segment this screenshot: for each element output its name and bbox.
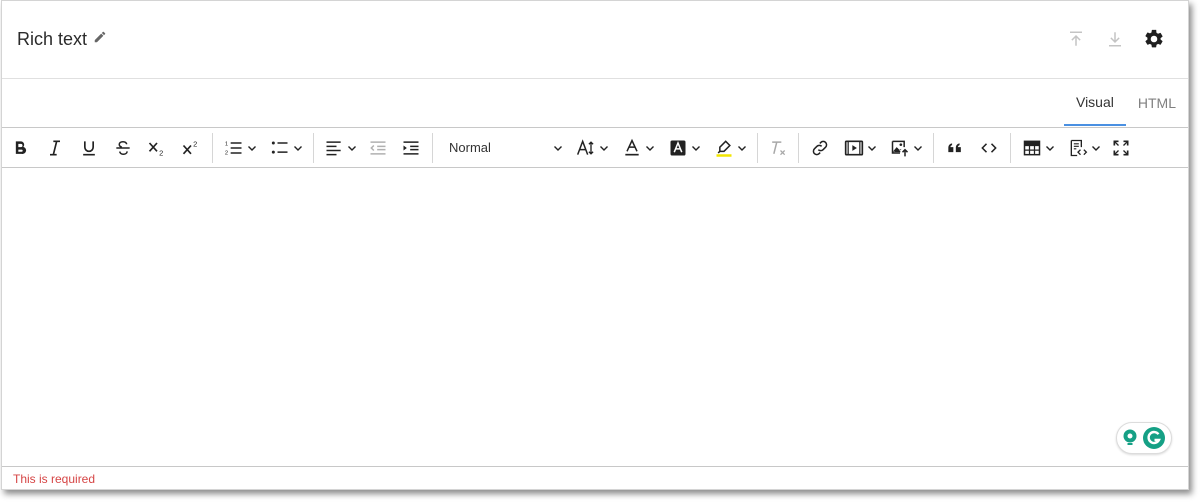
toolbar-separator bbox=[212, 132, 213, 163]
field-header: Rich text bbox=[2, 1, 1188, 79]
fullscreen-icon bbox=[1113, 140, 1129, 155]
subscript-button[interactable]: 2 bbox=[140, 133, 174, 163]
svg-text:2: 2 bbox=[224, 150, 227, 156]
bold-button[interactable] bbox=[2, 133, 38, 163]
svg-text:2: 2 bbox=[159, 148, 163, 157]
chevron-down-icon bbox=[691, 145, 700, 151]
strikethrough-icon bbox=[116, 140, 130, 155]
chevron-down-icon bbox=[247, 145, 256, 151]
highlighter-icon bbox=[716, 139, 731, 157]
underline-icon bbox=[83, 140, 95, 155]
header-actions bbox=[1064, 27, 1166, 51]
edit-title-icon[interactable] bbox=[93, 30, 107, 49]
font-size-icon bbox=[576, 138, 594, 155]
move-down-icon[interactable] bbox=[1103, 27, 1127, 51]
strikethrough-button[interactable] bbox=[106, 133, 140, 163]
superscript-button[interactable]: 2 bbox=[174, 133, 208, 163]
outdent-button[interactable] bbox=[362, 133, 394, 163]
background-color-dropdown[interactable] bbox=[661, 133, 707, 163]
title-wrap: Rich text bbox=[17, 29, 107, 50]
superscript-icon: 2 bbox=[182, 139, 197, 154]
editor-mode-tabs: Visual HTML bbox=[1063, 79, 1188, 127]
toolbar-separator bbox=[432, 132, 433, 163]
chevron-down-icon bbox=[737, 145, 746, 151]
grammarly-logo-icon bbox=[1143, 427, 1166, 449]
block-format-value: Normal bbox=[449, 140, 491, 155]
move-up-icon[interactable] bbox=[1064, 27, 1088, 51]
bullet-list-icon bbox=[271, 141, 287, 154]
highlight-dropdown[interactable] bbox=[707, 133, 753, 163]
chevron-down-icon bbox=[645, 145, 654, 151]
bold-icon bbox=[15, 140, 27, 154]
quote-icon bbox=[948, 142, 961, 152]
lightbulb-icon bbox=[1123, 429, 1137, 445]
settings-gear-icon[interactable] bbox=[1142, 27, 1166, 51]
font-size-dropdown[interactable] bbox=[569, 133, 615, 163]
source-code-dropdown[interactable] bbox=[1061, 133, 1107, 163]
ordered-list-dropdown[interactable]: 12 bbox=[217, 133, 263, 163]
validation-error: This is required bbox=[13, 472, 96, 486]
toolbar-separator bbox=[798, 132, 799, 163]
code-button[interactable] bbox=[972, 133, 1006, 163]
ordered-list-icon: 12 bbox=[224, 141, 241, 156]
grammarly-widget[interactable] bbox=[1116, 422, 1172, 454]
video-icon bbox=[844, 140, 863, 155]
italic-button[interactable] bbox=[38, 133, 72, 163]
svg-text:1: 1 bbox=[224, 141, 227, 147]
background-color-icon bbox=[670, 140, 685, 155]
rich-text-card: Rich text Visual HTML 2 2 1 2 Normal Thi… bbox=[1, 0, 1189, 490]
subscript-icon: 2 bbox=[148, 141, 163, 157]
table-icon bbox=[1023, 140, 1040, 155]
toolbar-separator bbox=[757, 132, 758, 163]
italic-icon bbox=[50, 140, 60, 155]
chevron-down-icon bbox=[599, 145, 608, 151]
toolbar-separator bbox=[933, 132, 934, 163]
chevron-down-icon bbox=[913, 145, 922, 151]
tab-visual[interactable]: Visual bbox=[1063, 79, 1126, 126]
chevron-down-icon bbox=[1045, 145, 1054, 151]
svg-text:2: 2 bbox=[193, 139, 197, 148]
insert-video-dropdown[interactable] bbox=[837, 133, 883, 163]
insert-link-button[interactable] bbox=[803, 133, 837, 163]
indent-icon bbox=[403, 140, 419, 155]
insert-image-dropdown[interactable] bbox=[883, 133, 929, 163]
code-icon bbox=[981, 142, 997, 153]
rich-text-editor: 2 2 12 Normal bbox=[2, 127, 1188, 467]
clear-formatting-icon bbox=[772, 140, 786, 155]
outdent-icon bbox=[370, 140, 386, 155]
toolbar-separator bbox=[1010, 132, 1011, 163]
block-format-select[interactable]: Normal bbox=[437, 133, 569, 163]
field-title: Rich text bbox=[17, 29, 88, 49]
image-upload-icon bbox=[891, 140, 908, 156]
source-code-icon bbox=[1070, 139, 1087, 156]
chevron-down-icon bbox=[867, 145, 876, 151]
text-color-dropdown[interactable] bbox=[615, 133, 661, 163]
indent-button[interactable] bbox=[394, 133, 428, 163]
link-icon bbox=[812, 140, 828, 155]
chevron-down-icon bbox=[347, 145, 356, 151]
editor-toolbar: 2 2 12 Normal bbox=[2, 128, 1188, 168]
bullet-list-dropdown[interactable] bbox=[263, 133, 309, 163]
fullscreen-button[interactable] bbox=[1107, 133, 1135, 163]
editor-content-area[interactable] bbox=[2, 168, 1188, 466]
align-dropdown[interactable] bbox=[318, 133, 362, 163]
text-color-icon bbox=[624, 138, 639, 155]
chevron-down-icon bbox=[293, 145, 302, 151]
tab-html[interactable]: HTML bbox=[1126, 79, 1188, 126]
insert-table-dropdown[interactable] bbox=[1015, 133, 1061, 163]
chevron-down-icon bbox=[1091, 145, 1100, 151]
align-left-icon bbox=[326, 140, 341, 155]
clear-formatting-button[interactable] bbox=[762, 133, 794, 163]
toolbar-separator bbox=[313, 132, 314, 163]
underline-button[interactable] bbox=[72, 133, 106, 163]
chevron-down-icon bbox=[554, 145, 562, 151]
blockquote-button[interactable] bbox=[938, 133, 972, 163]
